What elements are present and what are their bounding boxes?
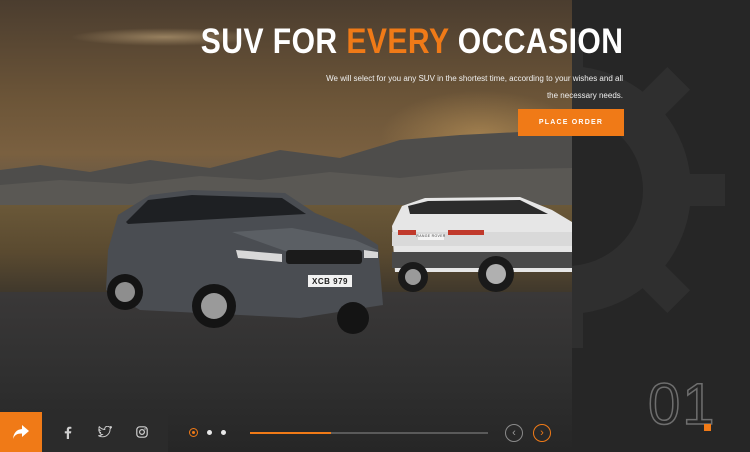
slide-number-dot <box>704 424 711 431</box>
hero-title-accent: EVERY <box>345 22 449 61</box>
facebook-icon[interactable] <box>57 421 79 443</box>
hero-title-part1: SUV FOR <box>200 22 346 61</box>
hero-subtitle: We will select for you any SUV in the sh… <box>326 74 623 100</box>
white-suv <box>392 197 572 292</box>
twitter-icon[interactable] <box>94 421 116 443</box>
social-links <box>42 412 168 452</box>
share-button[interactable] <box>0 412 42 452</box>
hero-image: XCB 979 RANGE ROVER <box>0 0 572 452</box>
share-icon <box>13 425 29 439</box>
rear-badge: RANGE ROVER <box>416 234 446 238</box>
slider-progress-track <box>250 432 488 434</box>
slider-dot-2[interactable] <box>207 430 212 435</box>
hero-title: SUV FOR EVERY OCCASION <box>200 22 623 62</box>
hero-title-part2: OCCASION <box>448 22 623 61</box>
prev-slide-button[interactable]: ‹ <box>505 424 523 442</box>
slider-dot-1[interactable] <box>189 428 198 437</box>
next-slide-button[interactable]: › <box>533 424 551 442</box>
suv-cars-illustration <box>106 190 572 334</box>
instagram-icon[interactable] <box>131 421 153 443</box>
place-order-button[interactable]: PLACE ORDER <box>518 109 624 136</box>
grey-suv <box>106 190 383 334</box>
slider-dot-3[interactable] <box>221 430 226 435</box>
license-plate: XCB 979 <box>312 276 348 286</box>
slider-dots <box>189 428 226 437</box>
slider-progress-fill <box>250 432 331 434</box>
